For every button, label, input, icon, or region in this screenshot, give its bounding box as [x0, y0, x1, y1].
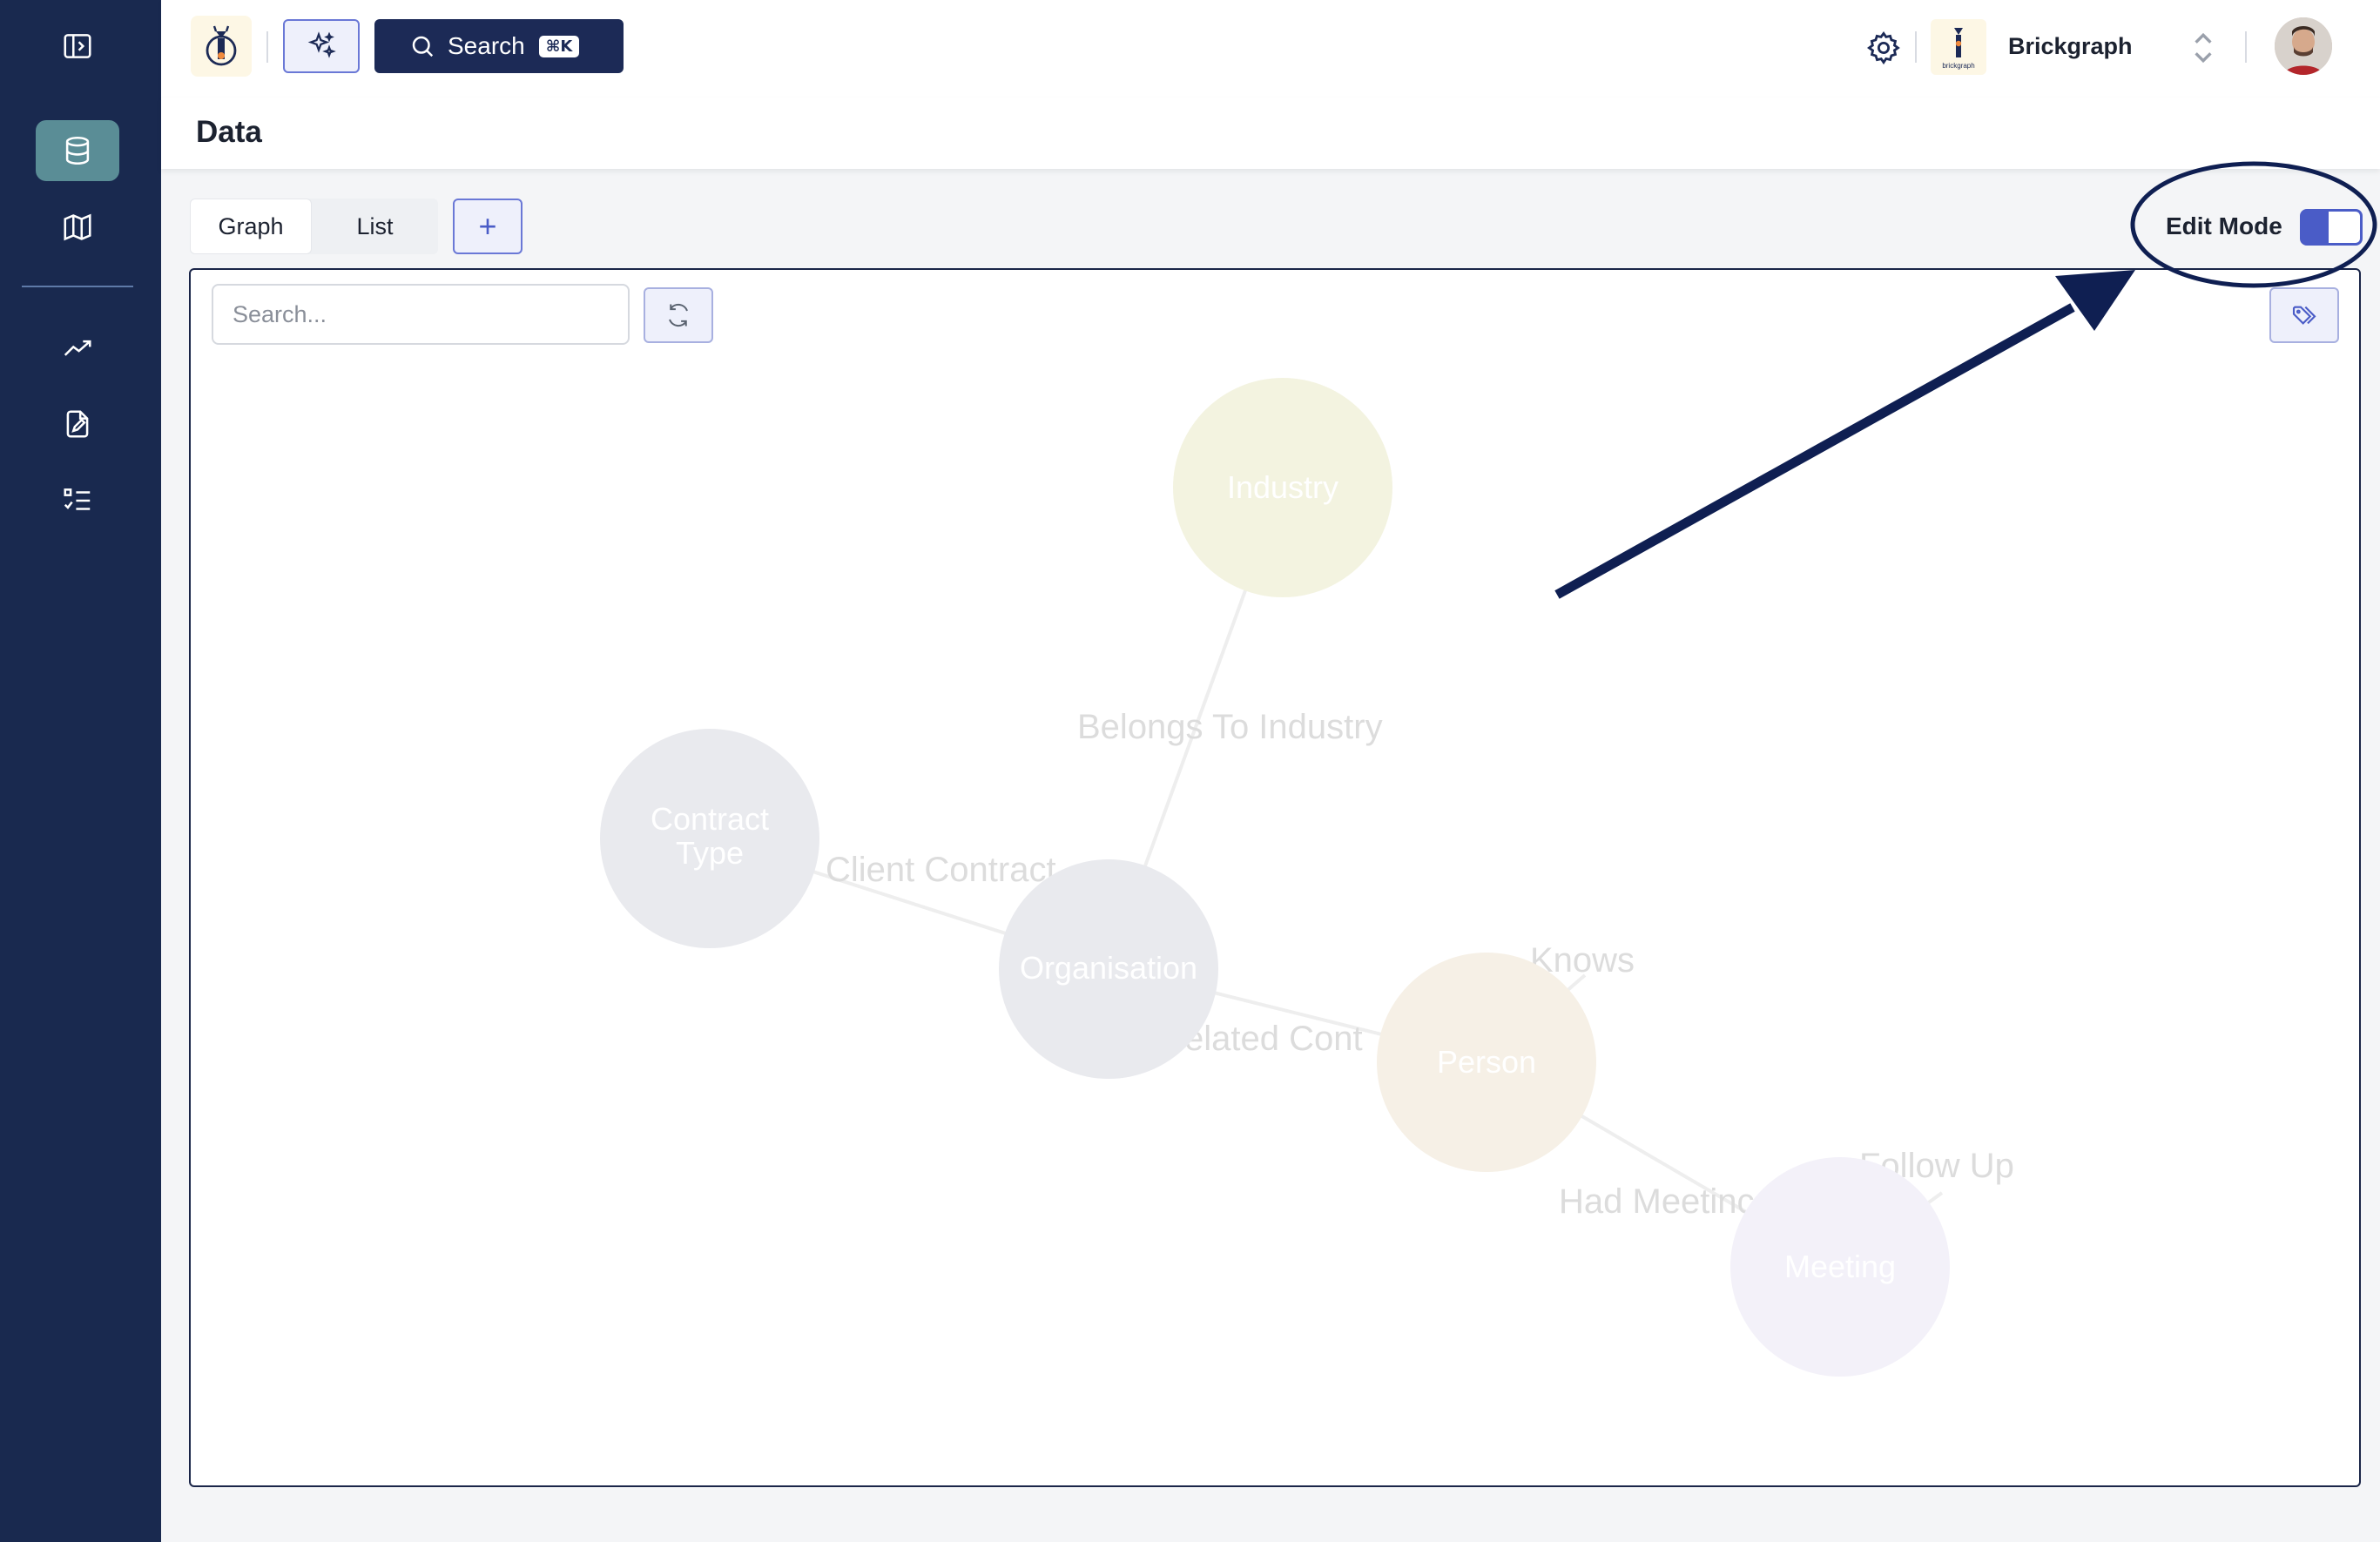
graph-node-meeting[interactable]: Meeting: [1730, 1157, 1950, 1377]
graph-layer: Belongs To Industry Client Contract elat…: [600, 378, 2014, 1377]
edge-label: elated Cont: [1184, 1020, 1363, 1058]
graph-node-industry[interactable]: Industry: [1173, 378, 1392, 597]
node-label: Meeting: [1784, 1249, 1896, 1284]
edge-label: Had Meetinc: [1559, 1182, 1755, 1221]
node-label: Person: [1437, 1044, 1536, 1080]
graph-node-contract-type[interactable]: Contract Type: [600, 729, 819, 948]
graph-node-person[interactable]: Person: [1377, 953, 1596, 1172]
graph-node-organisation[interactable]: Organisation: [999, 859, 1218, 1079]
node-label: Organisation: [1020, 950, 1197, 986]
edge-label: Belongs To Industry: [1077, 708, 1383, 746]
node-label: Contract: [651, 801, 769, 837]
node-label: Industry: [1227, 469, 1338, 505]
edge-label: Client Contract: [826, 851, 1056, 889]
node-label: Type: [676, 835, 744, 871]
